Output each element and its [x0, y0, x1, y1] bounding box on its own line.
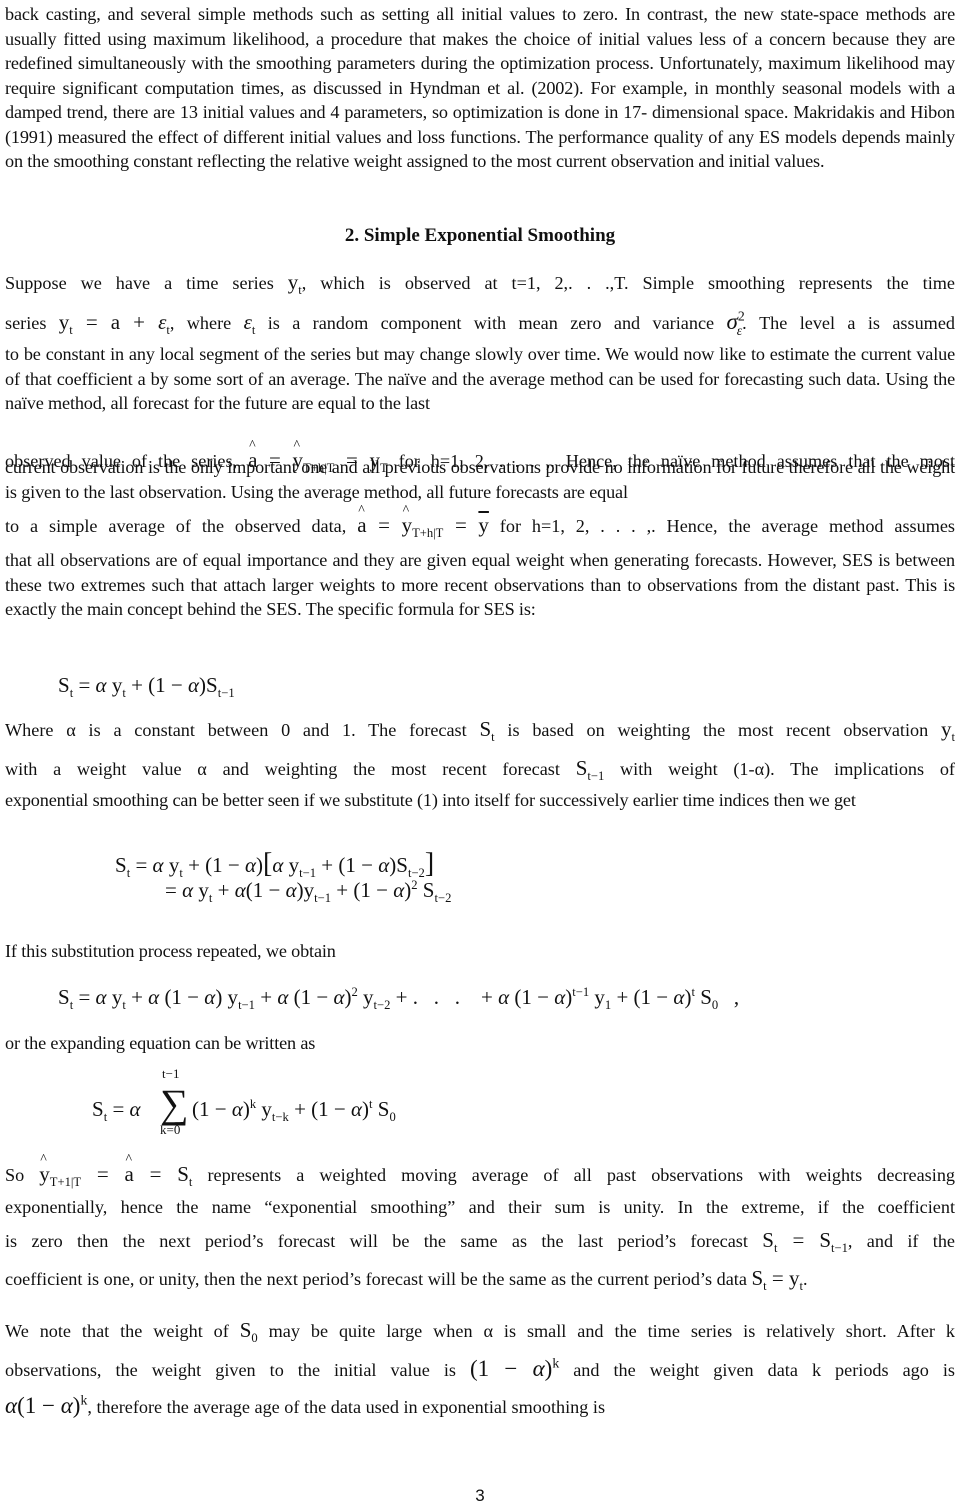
ses-paragraph-3: to be constant in any local segment of t… [5, 344, 955, 413]
ses-paragraph-10: exponential smoothing can be better seen… [5, 790, 856, 810]
ses-paragraph-11: If this substitution process repeated, w… [5, 941, 336, 961]
page-number: 3 [475, 1486, 485, 1505]
ses-paragraph-7: that all observations are of equal impor… [5, 550, 955, 619]
ses-line-8: Where α is a constant between 0 and 1. T… [5, 717, 955, 745]
ses-line-18: observations, the weight given to the in… [5, 1355, 955, 1381]
ses-line-2: series yt = a + εt, where εt is a random… [5, 308, 955, 338]
ses-line-15: is zero then the next period’s forecast … [5, 1228, 955, 1256]
ses-line-6: to a simple average of the observed data… [5, 503, 955, 539]
section-heading: 2. Simple Exponential Smoothing [344, 225, 616, 246]
ses-line-16: coefficient is one, or unity, then the n… [5, 1266, 808, 1294]
summation-icon: ∑ [160, 1081, 189, 1126]
ses-paragraph-5: current observation is the only importan… [5, 457, 955, 502]
ses-line-9: with a weight value α and weighting the … [5, 756, 955, 784]
ses-line-17: We note that the weight of S0 may be qui… [5, 1318, 955, 1346]
equation-3: St = α yt + α (1 − α) yt−1 + α (1 − α)2 … [58, 985, 740, 1013]
ses-paragraph-12: or the expanding equation can be written… [5, 1033, 316, 1053]
equation-2-line-1: St = α yt + (1 − α)[α yt−1 + (1 − α)St−2… [115, 848, 435, 881]
ses-line-19: α(1 − α)k, therefore the average age of … [5, 1392, 606, 1418]
ses-line-14: exponentially, hence the name “exponenti… [5, 1197, 955, 1217]
equation-2-line-2: = α yt + α(1 − α)yt−1 + (1 − α)2 St−2 [165, 878, 452, 906]
ses-line-13: So yT+1|T = a = St represents a weighted… [5, 1152, 955, 1188]
intro-paragraph: back casting, and several simple methods… [5, 4, 955, 171]
equation-1: St = α yt + (1 − α)St−1 [58, 673, 235, 701]
ses-line-1: Suppose we have a time series yt, which … [5, 270, 955, 298]
